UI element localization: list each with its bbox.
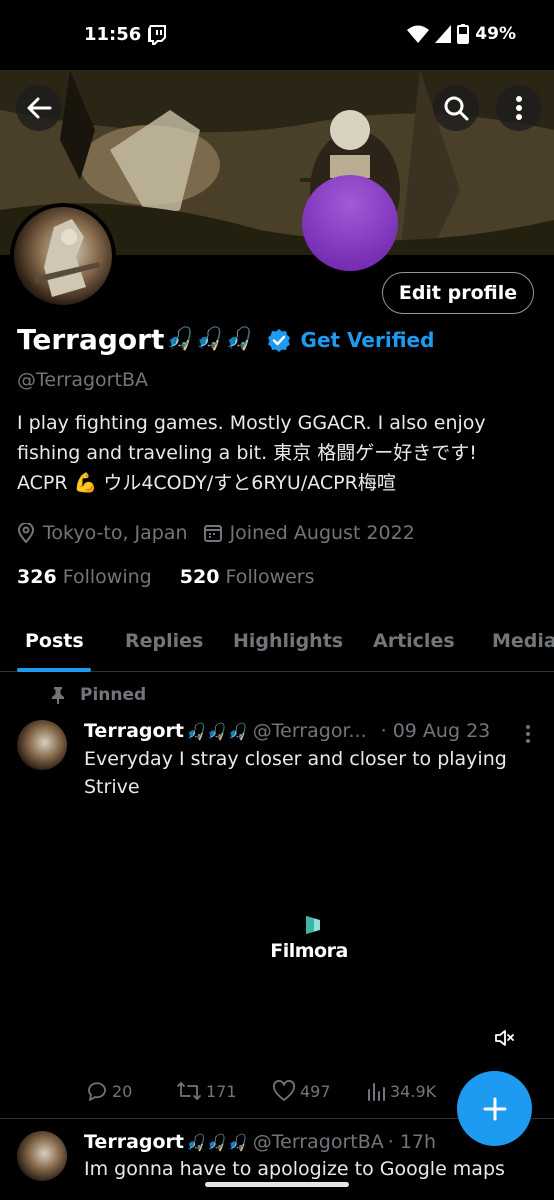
- like-count: 497: [300, 1081, 331, 1101]
- wifi-icon: [407, 25, 430, 43]
- profile-meta: Tokyo-to, Japan Joined August 2022: [17, 522, 415, 544]
- bio-line: fishing and traveling a bit. 東京 格闘ゲー好きです…: [17, 442, 477, 464]
- calendar-icon: [203, 525, 222, 542]
- tab-articles[interactable]: Articles: [373, 630, 455, 652]
- signal-icon: [435, 25, 452, 43]
- bio-line: I play fighting games. Mostly GGACR. I a…: [17, 412, 486, 434]
- more-button[interactable]: [496, 85, 542, 131]
- back-button[interactable]: [16, 85, 62, 131]
- mute-icon[interactable]: [494, 1028, 516, 1048]
- post-more-icon[interactable]: [518, 724, 538, 744]
- search-button[interactable]: [433, 85, 479, 131]
- active-tab-indicator: [17, 668, 91, 672]
- pinned-label: Pinned: [50, 685, 146, 705]
- location-pin-icon: [17, 523, 35, 543]
- followers-label: Followers: [225, 566, 315, 588]
- post-header: Terragort 🎣🎣🎣 @TerragortBA · 17h: [84, 1131, 436, 1153]
- views-button[interactable]: 34.9K: [366, 1080, 436, 1102]
- profile-tabs: Posts Replies Highlights Articles Media: [0, 612, 554, 672]
- compose-button[interactable]: [457, 1071, 532, 1146]
- repost-count: 171: [206, 1081, 237, 1101]
- post-author-name[interactable]: Terragort: [84, 1131, 184, 1153]
- name-emoji: 🎣🎣🎣: [166, 327, 255, 352]
- gesture-nav-bar[interactable]: [205, 1182, 349, 1187]
- tab-highlights[interactable]: Highlights: [233, 630, 343, 652]
- post-author-handle[interactable]: @Terragor...: [253, 720, 367, 742]
- tab-media[interactable]: Media: [492, 630, 554, 652]
- twitch-icon: [148, 25, 166, 45]
- status-indicators: 49%: [407, 24, 516, 44]
- post-avatar[interactable]: [17, 720, 67, 770]
- following-link[interactable]: 326 Following: [17, 566, 152, 588]
- views-count: 34.9K: [390, 1081, 437, 1101]
- battery-icon: [457, 24, 470, 44]
- follow-stats: 326 Following 520 Followers: [17, 566, 315, 588]
- get-verified-link[interactable]: Get Verified: [301, 328, 435, 352]
- compose-plus-icon: [483, 1097, 506, 1120]
- back-arrow-icon: [27, 97, 52, 119]
- repost-icon: [177, 1082, 201, 1100]
- profile-joined: Joined August 2022: [229, 522, 415, 544]
- edit-profile-button[interactable]: Edit profile: [382, 272, 534, 314]
- reply-count: 20: [112, 1081, 133, 1101]
- reply-button[interactable]: 20: [86, 1080, 132, 1102]
- pin-icon: [52, 687, 64, 704]
- post-avatar[interactable]: [17, 1131, 67, 1181]
- status-time: 11:56: [84, 24, 142, 45]
- post-date[interactable]: · 17h: [388, 1131, 436, 1153]
- status-bar: 11:56 49%: [0, 0, 554, 70]
- search-icon: [444, 96, 469, 121]
- post-author-name[interactable]: Terragort: [84, 720, 184, 742]
- post-author-emoji: 🎣🎣🎣: [186, 1132, 249, 1152]
- reply-icon: [88, 1082, 106, 1101]
- verified-badge-icon[interactable]: [267, 328, 291, 352]
- following-label: Following: [62, 566, 152, 588]
- profile-name-row: Terragort 🎣🎣🎣 Get Verified: [17, 323, 434, 356]
- post-actions: 20 171 497 34.9K: [84, 1078, 484, 1108]
- banner-decoration: [302, 175, 398, 271]
- followers-count: 520: [179, 566, 220, 588]
- avatar-artwork: [34, 219, 100, 297]
- bio-line: ACPR 💪 ウル4CODY/すと6RYU/ACPR梅喧: [17, 472, 396, 494]
- repost-button[interactable]: 171: [176, 1080, 237, 1102]
- like-button[interactable]: 497: [272, 1080, 331, 1102]
- battery-percent: 49%: [475, 24, 516, 44]
- post-text: Everyday I stray closer and closer to pl…: [84, 748, 507, 798]
- views-icon: [368, 1083, 385, 1101]
- profile-avatar[interactable]: [10, 203, 116, 309]
- video-watermark: Filmora: [270, 940, 348, 962]
- post-author-emoji: 🎣🎣🎣: [186, 721, 249, 741]
- display-name: Terragort: [17, 323, 165, 356]
- filmora-logo-icon: [306, 916, 320, 934]
- tab-replies[interactable]: Replies: [125, 630, 203, 652]
- post-text: Im gonna have to apologize to Google map…: [84, 1158, 505, 1180]
- followers-link[interactable]: 520 Followers: [180, 566, 315, 588]
- like-icon: [273, 1080, 295, 1101]
- post-author-handle[interactable]: @TerragortBA: [253, 1131, 384, 1153]
- post-date[interactable]: · 09 Aug 23: [381, 720, 491, 742]
- post-video[interactable]: Filmora: [84, 808, 534, 1068]
- more-vertical-icon: [516, 96, 522, 120]
- profile-bio: I play fighting games. Mostly GGACR. I a…: [17, 408, 537, 498]
- following-count: 326: [17, 566, 57, 588]
- profile-location: Tokyo-to, Japan: [43, 522, 188, 544]
- profile-handle: @TerragortBA: [17, 369, 148, 391]
- pinned-text: Pinned: [80, 685, 147, 705]
- post-header: Terragort 🎣🎣🎣 @Terragor... · 09 Aug 23: [84, 720, 490, 742]
- tab-posts[interactable]: Posts: [25, 630, 84, 652]
